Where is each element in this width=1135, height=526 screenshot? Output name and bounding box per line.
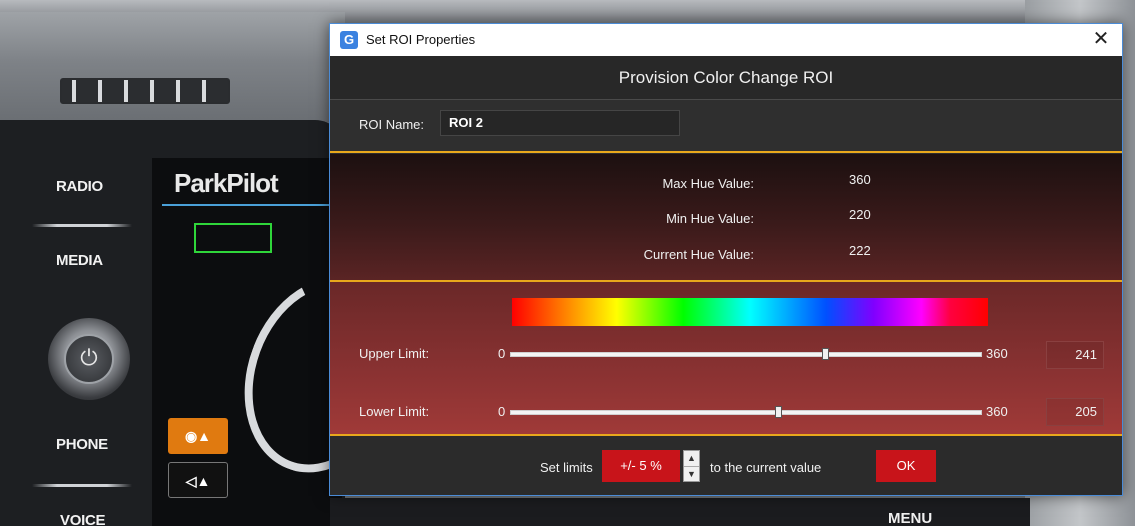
mute-sensor-icon: ◁▲ — [168, 462, 228, 498]
min-hue-value: 220 — [849, 207, 871, 222]
menu-hardware-button: MENU — [888, 510, 933, 526]
spin-up-icon[interactable]: ▲ — [684, 451, 699, 466]
vent-slot — [60, 78, 230, 104]
set-roi-properties-dialog: G Set ROI Properties ✕ Provision Color C… — [329, 23, 1123, 496]
percent-tolerance-input[interactable]: +/- 5 % — [602, 450, 680, 482]
app-icon: G — [340, 31, 358, 49]
media-hardware-button: MEDIA — [56, 252, 103, 269]
lower-limit-label: Lower Limit: — [359, 404, 430, 419]
percent-spinner[interactable]: ▲ ▼ — [683, 450, 700, 482]
dialog-titlebar[interactable]: G Set ROI Properties ✕ — [330, 24, 1122, 56]
lower-limit-slider[interactable] — [510, 406, 982, 418]
volume-knob: ⏻ — [48, 318, 130, 400]
upper-limit-slider[interactable] — [510, 348, 982, 360]
current-hue-value: 222 — [849, 243, 871, 258]
set-limits-label: Set limits — [540, 460, 593, 475]
air-vent — [0, 12, 345, 122]
current-value-suffix: to the current value — [710, 460, 822, 475]
parking-sensor-icon: ◉▲ — [168, 418, 228, 454]
button-divider — [32, 224, 132, 227]
max-hue-label: Max Hue Value: — [662, 176, 754, 191]
min-hue-label: Min Hue Value: — [666, 211, 754, 226]
hue-spectrum-bar — [512, 298, 988, 326]
phone-hardware-button: PHONE — [56, 436, 108, 453]
roi-name-label: ROI Name: — [359, 117, 425, 132]
voice-hardware-button: VOICE — [60, 512, 106, 526]
dialog-footer: Set limits +/- 5 % ▲ ▼ to the current va… — [330, 436, 1122, 495]
radio-hardware-button: RADIO — [56, 178, 103, 195]
power-icon: ⏻ — [64, 334, 114, 384]
current-hue-label: Current Hue Value: — [643, 247, 754, 262]
lower-slider-min: 0 — [498, 404, 506, 419]
dialog-header: Provision Color Change ROI — [330, 56, 1122, 100]
spin-down-icon[interactable]: ▼ — [684, 466, 699, 481]
upper-slider-min: 0 — [498, 346, 506, 361]
roi-name-section: ROI Name: ROI 2 — [330, 100, 1122, 152]
upper-limit-value[interactable]: 241 — [1046, 341, 1104, 369]
limits-section: Upper Limit: 0 360 241 Lower Limit: 0 36… — [330, 282, 1122, 434]
dialog-heading: Provision Color Change ROI — [618, 68, 834, 87]
lower-limit-value[interactable]: 205 — [1046, 398, 1104, 426]
upper-slider-max: 360 — [986, 346, 1008, 361]
hue-values-section: Max Hue Value: 360 Min Hue Value: 220 Cu… — [330, 154, 1122, 280]
ok-button[interactable]: OK — [876, 450, 936, 482]
max-hue-value: 360 — [849, 172, 871, 187]
section-divider — [330, 151, 1122, 153]
lower-slider-max: 360 — [986, 404, 1008, 419]
upper-slider-thumb[interactable] — [821, 348, 829, 360]
dialog-title: Set ROI Properties — [366, 32, 476, 47]
parkpilot-underline — [162, 204, 342, 206]
parkpilot-title: ParkPilot — [174, 168, 279, 198]
upper-limit-label: Upper Limit: — [359, 346, 430, 361]
lower-slider-thumb[interactable] — [774, 406, 782, 418]
roi-name-input[interactable]: ROI 2 — [440, 110, 680, 136]
button-divider — [32, 484, 132, 487]
close-button[interactable]: ✕ — [1080, 24, 1122, 56]
roi-marker-box — [194, 223, 272, 253]
